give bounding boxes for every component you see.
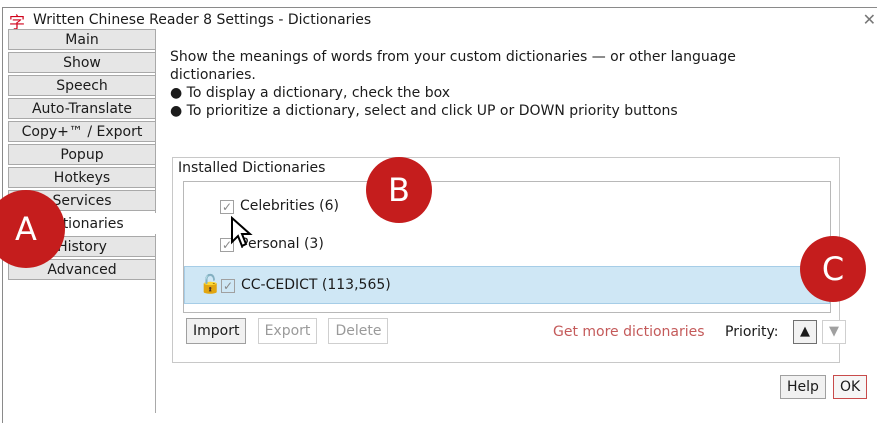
get-more-dictionaries-link[interactable]: Get more dictionaries <box>553 324 705 340</box>
checkbox-celebrities[interactable]: ✓ <box>220 200 234 214</box>
dictionary-label-celebrities: Celebrities (6) <box>240 198 339 214</box>
tab-copy-export[interactable]: Copy+™ / Export <box>8 121 156 142</box>
instruction-bullet-2: ● To prioritize a dictionary, select and… <box>170 103 678 119</box>
dictionary-item-celebrities[interactable]: ✓ Celebrities (6) <box>184 188 830 226</box>
dictionaries-description: Show the meanings of words from your cus… <box>170 48 840 120</box>
unlock-icon: 🔓 <box>199 274 222 295</box>
tab-auto-translate[interactable]: Auto-Translate <box>8 98 156 119</box>
annotation-marker-b: B <box>366 157 432 223</box>
import-button[interactable]: Import <box>186 318 247 344</box>
tab-popup[interactable]: Popup <box>8 144 156 165</box>
tab-hotkeys[interactable]: Hotkeys <box>8 167 156 188</box>
priority-down-button[interactable]: ▼ <box>822 320 846 344</box>
help-button[interactable]: Help <box>780 375 826 399</box>
window-title: Written Chinese Reader 8 Settings - Dict… <box>33 12 372 28</box>
ok-button[interactable]: OK <box>833 375 868 399</box>
description-line-1: Show the meanings of words from your cus… <box>170 49 736 65</box>
mouse-pointer-icon <box>231 216 253 248</box>
delete-button[interactable]: Delete <box>328 318 389 344</box>
dictionary-list[interactable]: ✓ Celebrities (6) ✓ Personal (3) 🔓 ✓ CC-… <box>183 181 831 313</box>
checkbox-cc-cedict[interactable]: ✓ <box>221 279 235 293</box>
dictionary-item-cc-cedict[interactable]: 🔓 ✓ CC-CEDICT (113,565) <box>184 266 830 304</box>
annotation-marker-c: C <box>800 236 866 302</box>
dictionary-item-personal[interactable]: ✓ Personal (3) <box>184 226 830 264</box>
priority-label: Priority: <box>725 324 779 340</box>
description-line-2: dictionaries. <box>170 67 256 83</box>
priority-up-button[interactable]: ▲ <box>793 320 817 344</box>
dictionary-actions: Import Export Delete <box>186 318 394 344</box>
tab-show[interactable]: Show <box>8 52 156 73</box>
installed-dictionaries-title: Installed Dictionaries <box>178 160 326 176</box>
tab-main[interactable]: Main <box>8 29 156 50</box>
close-icon[interactable]: ✕ <box>863 10 876 29</box>
dictionary-label-cc-cedict: CC-CEDICT (113,565) <box>241 277 391 293</box>
export-button[interactable]: Export <box>257 318 318 344</box>
tab-speech[interactable]: Speech <box>8 75 156 96</box>
instruction-bullet-1: ● To display a dictionary, check the box <box>170 85 451 101</box>
